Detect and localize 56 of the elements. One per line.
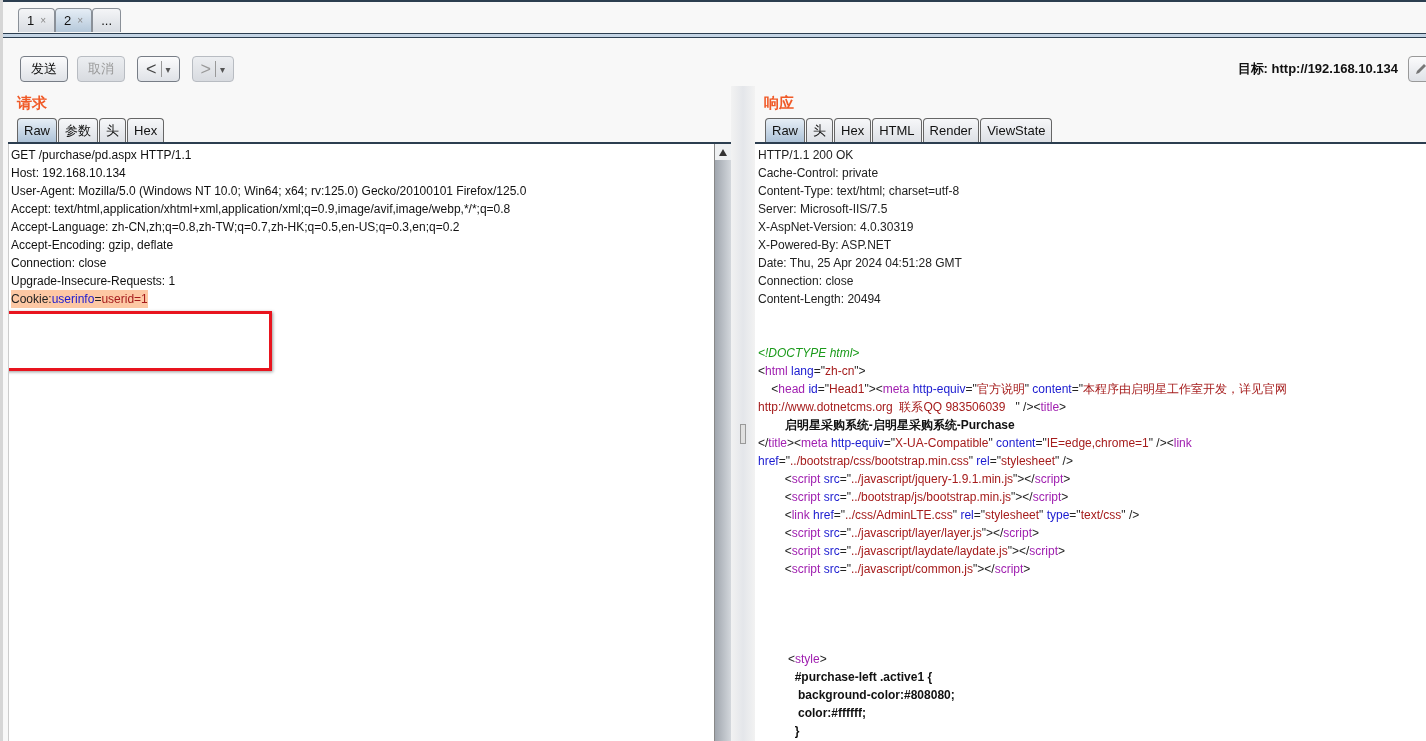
request-line: Accept-Language: zh-CN,zh;q=0.8,zh-TW;q=0.7,zh-HK;q=0.5,en-US;q=0.3,en;q=0.2	[11, 219, 461, 236]
panel-title: 请求	[15, 93, 48, 113]
request-line: Host: 192.168.10.134	[11, 165, 127, 182]
response-line: <style>	[787, 651, 828, 668]
view-tab[interactable]: 参数	[58, 118, 98, 142]
response-line: <head id="Head1"><meta http-equiv="官方说明" content="本程序由启明星工作室开发，详见官网	[770, 381, 1288, 398]
panel-title: 响应	[763, 93, 795, 113]
response-line: 启明星采购系统-启明星采购系统-Purchase	[783, 417, 1016, 434]
response-line: Content-Length: 20494	[758, 291, 882, 308]
response-line: Date: Thu, 25 Apr 2024 04:51:28 GMT	[758, 255, 963, 272]
response-line: href="../bootstrap/css/bootstrap.min.css" rel="stylesheet" />	[758, 453, 1074, 470]
response-line: #purchase-left .active1 {	[793, 669, 934, 686]
pencil-icon	[1414, 62, 1426, 76]
view-tab[interactable]: Hex	[127, 118, 165, 142]
view-tab[interactable]: Raw	[17, 118, 57, 142]
view-tab[interactable]: Hex	[834, 118, 872, 142]
session-tab[interactable]: ...	[92, 8, 121, 32]
response-line: Content-Type: text/html; charset=utf-8	[758, 183, 961, 200]
request-line: User-Agent: Mozilla/5.0 (Windows NT 10.0; Win64; x64; rv:125.0) Gecko/20100101 Firefox/125.0	[11, 183, 528, 200]
response-line: </title><meta http-equiv="X-UA-Compatible" content="IE=edge,chrome=1" /><link	[758, 435, 1193, 452]
response-line: X-AspNet-Version: 4.0.30319	[758, 219, 915, 236]
response-line: Cache-Control: private	[758, 165, 880, 182]
view-tab[interactable]: 头	[806, 118, 833, 142]
splitter-handle[interactable]	[740, 423, 746, 444]
view-tab[interactable]: ViewState	[980, 118, 1053, 142]
response-line: Connection: close	[758, 273, 855, 290]
request-line: Upgrade-Insecure-Requests: 1	[11, 273, 177, 290]
request-line: Accept-Encoding: gzip, deflate	[11, 237, 175, 254]
response-line: <script src="../bootstrap/js/bootstrap.min.js"></script>	[783, 489, 1070, 506]
request-line: GET /purchase/pd.aspx HTTP/1.1	[11, 147, 193, 164]
response-line: background-color:#808080;	[797, 687, 956, 704]
send-button[interactable]: 发送	[20, 56, 68, 82]
response-line: <script src="../javascript/jquery-1.9.1.min.js"></script>	[783, 471, 1072, 488]
request-line: Accept: text/html,application/xhtml+xml,application/xml;q=0.9,image/avif,image/webp,*/*;q=0.8	[11, 201, 512, 218]
session-tab[interactable]: 1 ×	[18, 8, 56, 32]
response-line: X-Powered-By: ASP.NET	[758, 237, 893, 254]
target-label: 目标: http://192.168.10.134	[1237, 60, 1398, 78]
history-button[interactable]: < ▾	[137, 56, 180, 82]
scrollbar[interactable]	[714, 144, 731, 741]
response-line: <script src="../javascript/laydate/laydate.js"></script>	[783, 543, 1067, 560]
response-line: <script src="../javascript/layer/layer.js"></script>	[783, 525, 1040, 542]
response-line: http://www.dotnetcms.org 联系QQ 983506039 " /><title>	[758, 399, 1068, 416]
response-line: <!DOCTYPE html>	[758, 345, 861, 362]
view-tab[interactable]: HTML	[872, 118, 922, 142]
response-line: Server: Microsoft-IIS/7.5	[758, 201, 889, 218]
response-line: HTTP/1.1 200 OK	[758, 147, 855, 164]
session-tab[interactable]: 2 ×	[55, 8, 93, 32]
view-tab[interactable]: Raw	[765, 118, 805, 142]
response-line: }	[793, 723, 801, 740]
response-line: color:#ffffff;	[797, 705, 867, 722]
view-tab[interactable]: Render	[922, 118, 980, 142]
request-line: Connection: close	[11, 255, 108, 272]
response-line: <html lang="zh-cn">	[758, 363, 867, 380]
response-line: <link href="../css/AdminLTE.css" rel="stylesheet" type="text/css" />	[783, 507, 1141, 524]
response-line: <script src="../javascript/common.js"></script>	[783, 561, 1032, 578]
view-tab[interactable]: 头	[99, 118, 126, 142]
